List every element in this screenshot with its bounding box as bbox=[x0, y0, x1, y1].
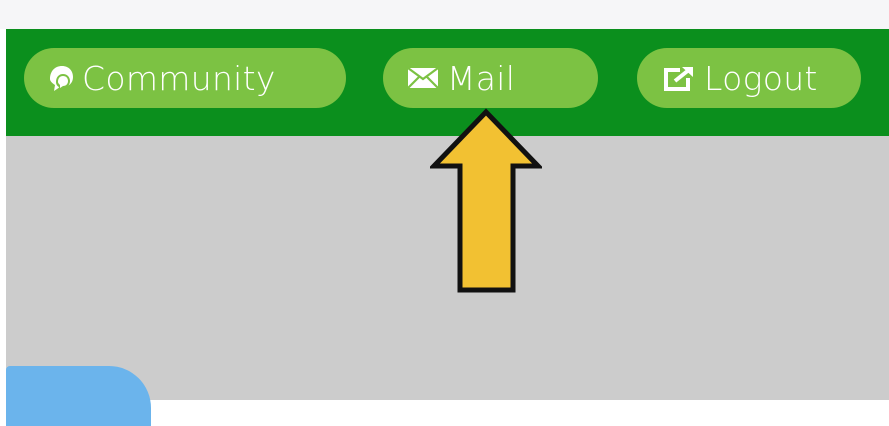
mail-label: Mail bbox=[447, 58, 516, 98]
logout-button[interactable]: Logout bbox=[637, 48, 861, 108]
up-arrow-annotation bbox=[430, 108, 542, 293]
blue-tab-shape bbox=[6, 366, 151, 426]
logout-label: Logout bbox=[704, 58, 818, 98]
chat-bubbles-icon bbox=[46, 63, 76, 93]
external-link-icon bbox=[664, 64, 696, 92]
mail-button[interactable]: Mail bbox=[383, 48, 598, 108]
browser-top-strip bbox=[0, 0, 889, 29]
community-button[interactable]: Community bbox=[24, 48, 346, 108]
envelope-icon bbox=[407, 67, 439, 89]
community-label: Community bbox=[82, 58, 276, 98]
